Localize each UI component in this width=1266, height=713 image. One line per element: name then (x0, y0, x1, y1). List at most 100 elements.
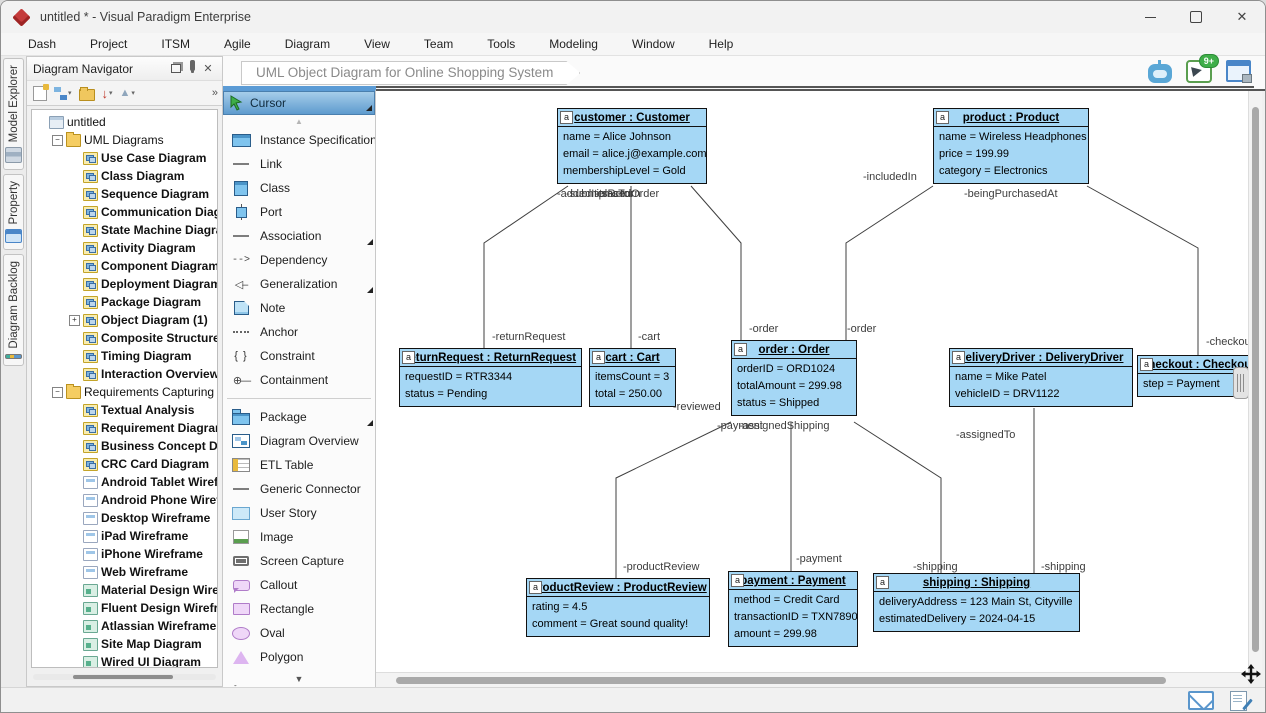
tree-item-web-wireframe[interactable]: Web Wireframe (32, 563, 217, 581)
object-productreview-productreview[interactable]: aproductReview : ProductReviewrating = 4… (526, 578, 710, 637)
tree-item-interaction-overview-diagram[interactable]: Interaction Overview Diagram (32, 365, 217, 383)
close-panel-icon[interactable]: ✕ (200, 61, 216, 77)
scrollbar-thumb[interactable] (396, 677, 1166, 684)
palette-scroll-up-icon[interactable]: ▲ (223, 115, 375, 128)
tree-item-atlassian-wireframe[interactable]: Atlassian Wireframe (32, 617, 217, 635)
expander-minus-icon[interactable]: − (52, 135, 63, 146)
link-edge[interactable] (616, 422, 731, 578)
tree-item-package-diagram[interactable]: Package Diagram (32, 293, 217, 311)
tree-item-component-diagram[interactable]: Component Diagram (32, 257, 217, 275)
pin-panel-icon[interactable] (184, 61, 200, 77)
tree-item-requirement-diagram[interactable]: Requirement Diagram (32, 419, 217, 437)
palette-item-screen-capture[interactable]: Screen Capture (223, 549, 375, 573)
menu-dash[interactable]: Dash (11, 34, 73, 54)
canvas-vertical-scrollbar[interactable] (1248, 91, 1262, 672)
palette-item-dependency[interactable]: Dependency (223, 248, 375, 272)
tree-item-material-design-wireframe[interactable]: Material Design Wireframe (32, 581, 217, 599)
minimize-button[interactable] (1127, 1, 1173, 33)
palette-item-cursor[interactable]: Cursor (223, 91, 375, 115)
link-edge[interactable] (846, 186, 933, 340)
palette-item-diagram-overview[interactable]: Diagram Overview (223, 429, 375, 453)
palette-item-oval[interactable]: Oval (223, 621, 375, 645)
object-shipping-shipping[interactable]: ashipping : ShippingdeliveryAddress = 12… (873, 573, 1080, 632)
tree-item-textual-analysis[interactable]: Textual Analysis (32, 401, 217, 419)
menu-project[interactable]: Project (73, 34, 144, 54)
tree-item-fluent-design-wireframe[interactable]: Fluent Design Wireframe (32, 599, 217, 617)
palette-item-polygon[interactable]: Polygon (223, 645, 375, 669)
tree-item-deployment-diagram[interactable]: Deployment Diagram (32, 275, 217, 293)
palette-item-generalization[interactable]: Generalization (223, 272, 375, 296)
tree-item-business-concept-diagram[interactable]: Business Concept Diagram (32, 437, 217, 455)
palette-item-anchor[interactable]: Anchor (223, 320, 375, 344)
palette-item-class[interactable]: Class (223, 176, 375, 200)
diagram-canvas[interactable]: acustomer : Customername = Alice Johnson… (376, 91, 1248, 672)
expander-plus-icon[interactable]: + (69, 315, 80, 326)
link-edge[interactable] (484, 186, 568, 348)
object-checkout-checkout[interactable]: acheckout : Checkoutstep = Payment (1137, 355, 1248, 397)
tree-item-android-tablet-wireframe[interactable]: Android Tablet Wireframe (32, 473, 217, 491)
palette-scroll-down-icon[interactable]: ▼ (223, 673, 375, 685)
menu-tools[interactable]: Tools (470, 34, 532, 54)
tree-item-ipad-wireframe[interactable]: iPad Wireframe (32, 527, 217, 545)
palette-item-association[interactable]: Association (223, 224, 375, 248)
palette-item-constraint[interactable]: Constraint (223, 344, 375, 368)
tree-item-untitled[interactable]: untitled (32, 113, 217, 131)
palette-item-instance-specification[interactable]: Instance Specification (223, 128, 375, 152)
toolbar-overflow-icon[interactable]: » (212, 87, 218, 99)
palette-item-generic-connector[interactable]: Generic Connector (223, 477, 375, 501)
tree-item-desktop-wireframe[interactable]: Desktop Wireframe (32, 509, 217, 527)
edit-note-icon[interactable] (1230, 691, 1247, 711)
open-specification-button[interactable] (77, 84, 97, 103)
ai-assistant-icon[interactable] (1148, 64, 1172, 83)
palette-item-rectangle[interactable]: Rectangle (223, 597, 375, 621)
palette-item-port[interactable]: Port (223, 200, 375, 224)
object-deliverydriver-deliverydriver[interactable]: adeliveryDriver : DeliveryDrivername = M… (949, 348, 1133, 407)
sort-button[interactable]: ↓▾ (100, 84, 115, 103)
tree-item-object-diagram-1[interactable]: +Object Diagram (1) (32, 311, 217, 329)
palette-item-callout[interactable]: Callout (223, 573, 375, 597)
whats-new-icon[interactable]: 9+ (1186, 60, 1212, 83)
tree-item-site-map-diagram[interactable]: Site Map Diagram (32, 635, 217, 653)
resize-grip[interactable] (1233, 367, 1248, 399)
tree-item-iphone-wireframe[interactable]: iPhone Wireframe (32, 545, 217, 563)
tree-item-state-machine-diagram[interactable]: State Machine Diagram (32, 221, 217, 239)
link-edge[interactable] (1087, 186, 1198, 355)
palette-item-etl-table[interactable]: ETL Table (223, 453, 375, 477)
model-structure-button[interactable]: ▾ (52, 84, 74, 103)
menu-help[interactable]: Help (692, 34, 751, 54)
tree-item-sequence-diagram[interactable]: Sequence Diagram (32, 185, 217, 203)
link-edge[interactable] (691, 186, 741, 340)
menu-view[interactable]: View (347, 34, 407, 54)
tree-item-use-case-diagram[interactable]: Use Case Diagram (32, 149, 217, 167)
palette-item-package[interactable]: Package (223, 405, 375, 429)
palette-item-note[interactable]: Note (223, 296, 375, 320)
object-order-order[interactable]: aorder : OrderorderID = ORD1024totalAmou… (731, 340, 857, 416)
menu-modeling[interactable]: Modeling (532, 34, 615, 54)
tree-item-timing-diagram[interactable]: Timing Diagram (32, 347, 217, 365)
object-cart-cart[interactable]: acart : CartitemsCount = 3total = 250.00 (589, 348, 676, 407)
link-edge[interactable] (854, 422, 941, 573)
pan-tool-icon[interactable] (1239, 663, 1263, 687)
expander-minus-icon[interactable]: − (52, 387, 63, 398)
side-tab-model-explorer[interactable]: Model Explorer (3, 58, 24, 170)
object-payment-payment[interactable]: apayment : Paymentmethod = Credit Cardtr… (728, 571, 858, 647)
tree-horizontal-scrollbar[interactable] (33, 674, 216, 680)
tree-item-class-diagram[interactable]: Class Diagram (32, 167, 217, 185)
palette-item-image[interactable]: Image (223, 525, 375, 549)
scrollbar-thumb[interactable] (1252, 107, 1259, 652)
tree-item-composite-structure-diagram[interactable]: Composite Structure Diagram (32, 329, 217, 347)
menu-itsm[interactable]: ITSM (144, 34, 207, 54)
object-product-product[interactable]: aproduct : Productname = Wireless Headph… (933, 108, 1089, 184)
menu-team[interactable]: Team (407, 34, 470, 54)
tree-item-android-phone-wireframe[interactable]: Android Phone Wireframe (32, 491, 217, 509)
breadcrumb[interactable]: UML Object Diagram for Online Shopping S… (241, 61, 580, 85)
mail-icon[interactable] (1188, 691, 1214, 710)
collapse-button[interactable]: ▲▾ (118, 84, 137, 103)
panel-layout-icon[interactable] (1226, 60, 1251, 82)
side-tab-diagram-backlog[interactable]: Diagram Backlog (3, 254, 24, 366)
tree-item-wired-ui-diagram[interactable]: Wired UI Diagram (32, 653, 217, 668)
side-tab-property[interactable]: Property (3, 174, 24, 250)
object-returnrequest-returnrequest[interactable]: areturnRequest : ReturnRequestrequestID … (399, 348, 582, 407)
maximize-button[interactable] (1173, 1, 1219, 33)
tree-item-uml-diagrams[interactable]: −UML Diagrams (32, 131, 217, 149)
